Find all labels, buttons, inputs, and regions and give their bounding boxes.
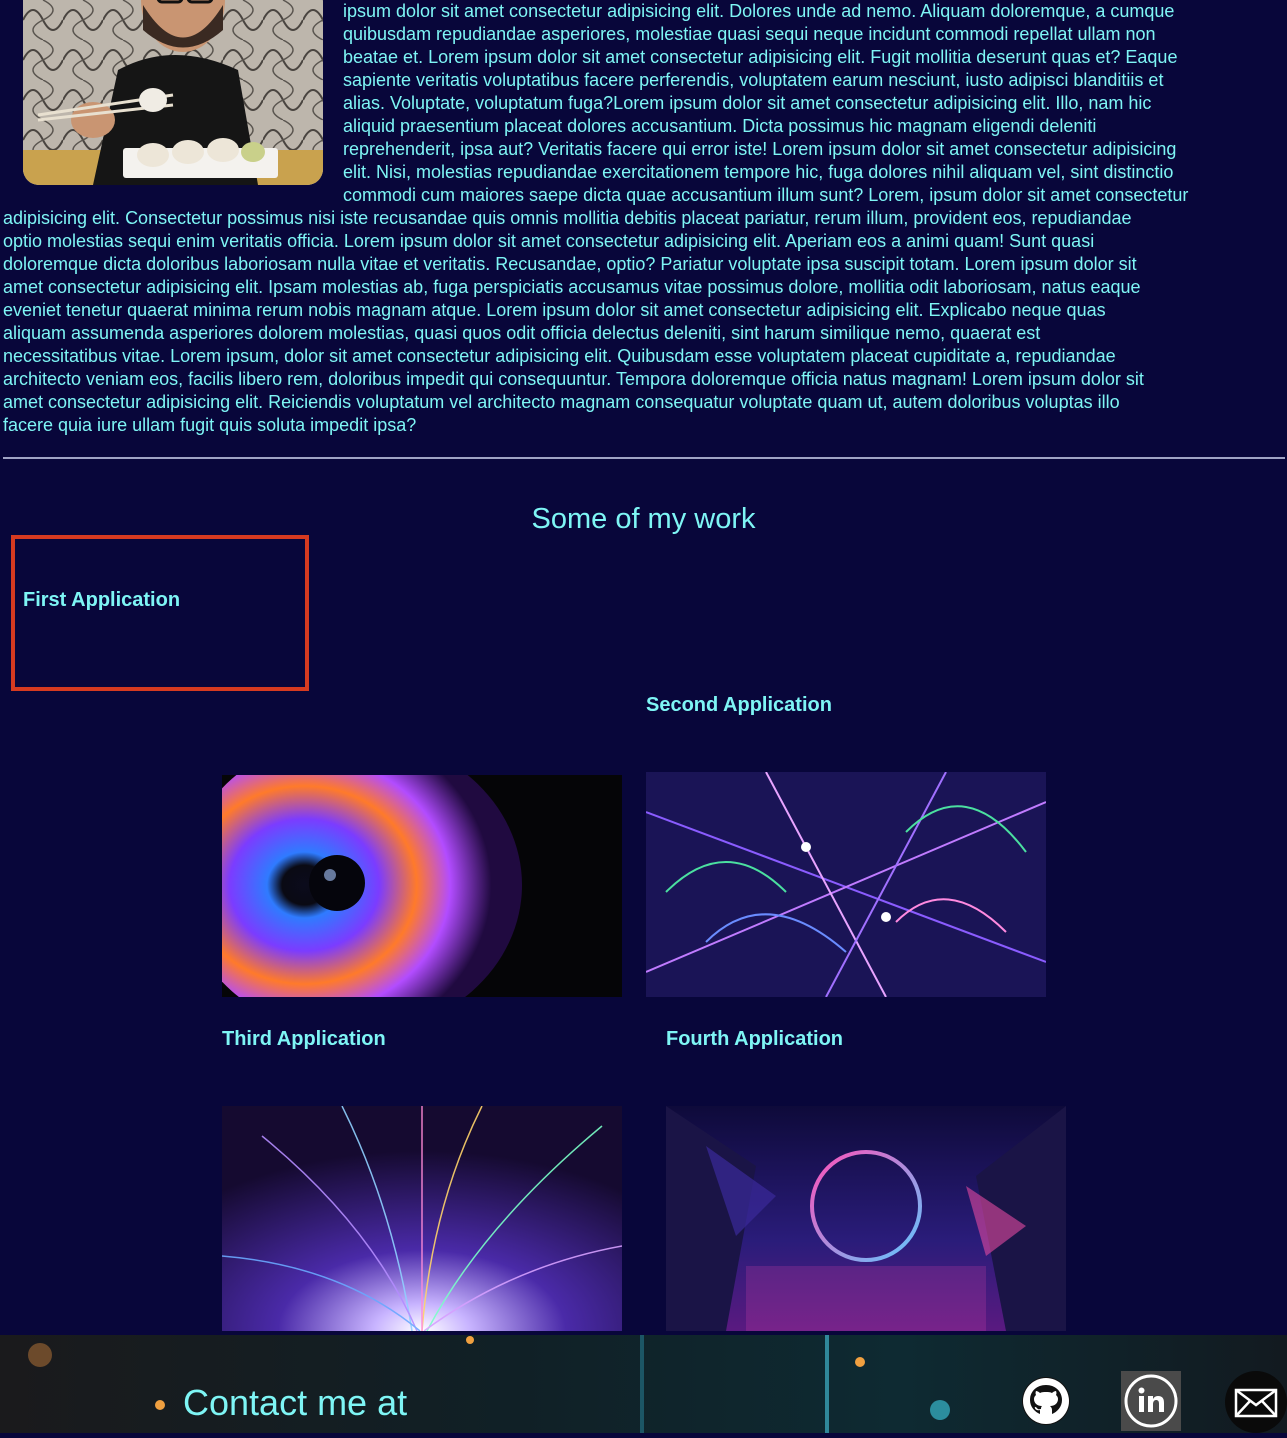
github-icon[interactable] (1021, 1376, 1071, 1426)
about-line: beatae et. Lorem ipsum dolor sit amet co… (343, 47, 1178, 67)
about-line: sapiente veritatis voluptatibus facere p… (343, 70, 1164, 90)
about-line: reprehenderit, ipsa aut? Veritatis facer… (343, 139, 1177, 159)
mail-icon[interactable] (1225, 1371, 1287, 1433)
neon-ring-artwork-thumbnail[interactable] (666, 1106, 1066, 1331)
about-line: aliquid praesentium placeat dolores accu… (343, 116, 1097, 136)
first-application-label[interactable]: First Application (23, 589, 180, 612)
about-line: ipsum dolor sit amet consectetur adipisi… (343, 1, 1175, 21)
about-line: necessitatibus vitae. Lorem ipsum, dolor… (3, 346, 1116, 366)
contact-heading: Contact me at (183, 1382, 408, 1423)
about-line: aliquam assumenda asperiores dolorem mol… (3, 323, 1041, 343)
light-burst-artwork-thumbnail[interactable] (222, 1106, 622, 1331)
about-text-beside-photo: ipsum dolor sit amet consectetur adipisi… (343, 0, 1285, 207)
profile-photo (23, 0, 323, 185)
about-line: facere quia iure ullam fugit quis soluta… (3, 415, 417, 435)
about-line: quibusdam repudiandae asperiores, molest… (343, 24, 1156, 44)
about-line: architecto veniam eos, facilis libero re… (3, 369, 1144, 389)
third-application-label[interactable]: Third Application (222, 1028, 386, 1051)
about-line: amet consectetur adipisicing elit. Ipsam… (3, 277, 1141, 297)
about-line: elit. Nisi, molestias repudiandae exerci… (343, 162, 1174, 182)
neon-lines-artwork-thumbnail[interactable] (646, 772, 1046, 997)
about-line: amet consectetur adipisicing elit. Reici… (3, 392, 1120, 412)
about-line: adipisicing elit. Consectetur possimus n… (3, 208, 1132, 228)
fourth-application-label[interactable]: Fourth Application (666, 1028, 843, 1051)
second-application-label[interactable]: Second Application (646, 694, 832, 717)
about-line: optio molestias sequi enim veritatis off… (3, 231, 1095, 251)
eye-artwork-thumbnail[interactable] (222, 775, 622, 997)
linkedin-icon[interactable] (1121, 1371, 1181, 1431)
about-text: adipisicing elit. Consectetur possimus n… (3, 207, 1285, 437)
about-line: alias. Voluptate, voluptatum fuga?Lorem … (343, 93, 1152, 113)
about-line: commodi cum maiores saepe dicta quae acc… (343, 185, 1189, 205)
section-divider (3, 457, 1285, 459)
work-section-title: Some of my work (531, 503, 756, 535)
about-line: eveniet tenetur quaerat minima rerum nob… (3, 300, 1106, 320)
about-line: doloremque dicta doloribus laboriosam nu… (3, 254, 1137, 274)
first-application-card[interactable] (11, 535, 309, 691)
